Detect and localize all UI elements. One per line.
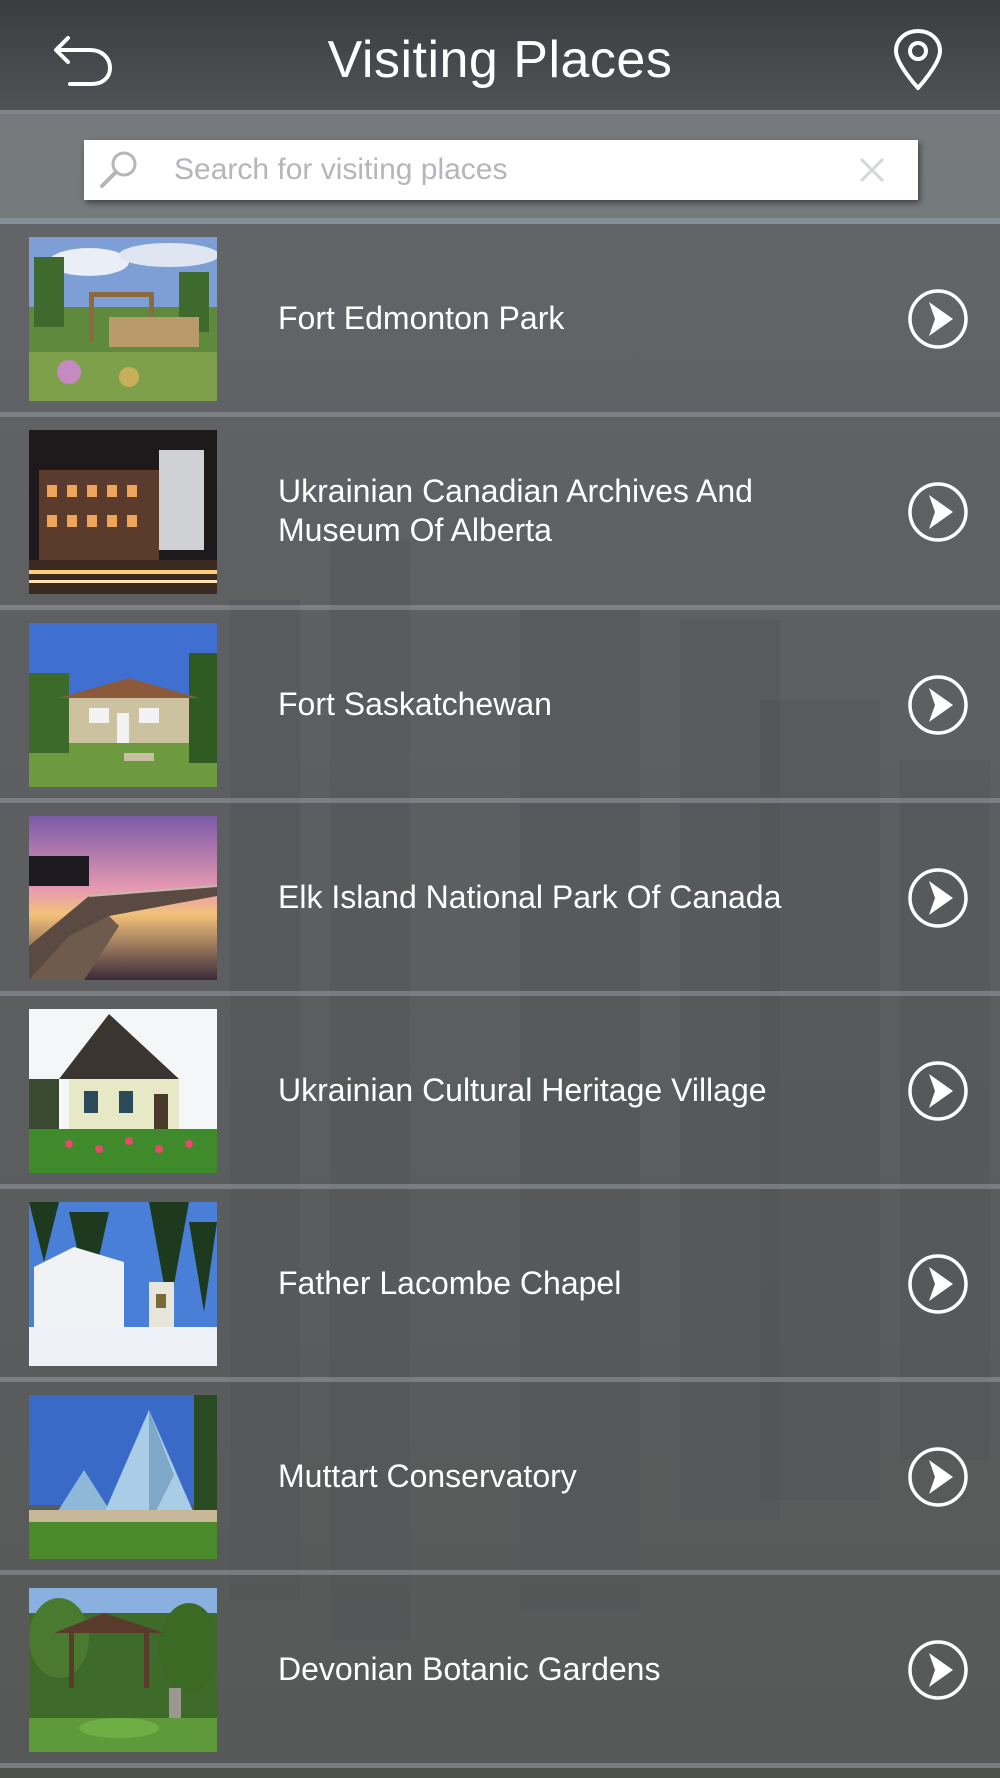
list-item[interactable]: Elk Island National Park Of Canada [0, 803, 1000, 996]
chevron-right-circle-icon[interactable] [907, 481, 969, 543]
place-thumbnail [29, 1009, 217, 1173]
place-thumbnail [29, 816, 217, 980]
search-icon [100, 151, 137, 188]
back-button[interactable] [50, 28, 116, 88]
place-thumbnail [29, 430, 217, 594]
places-list: Fort Edmonton Park Ukrainian Canadian Ar… [0, 224, 1000, 1768]
top-nav-bar: Visiting Places [0, 0, 1000, 114]
search-bar-container [0, 114, 1000, 224]
back-arrow-icon [54, 36, 112, 86]
chevron-right-circle-icon[interactable] [907, 674, 969, 736]
map-pin-icon [894, 29, 942, 90]
chevron-right-circle-icon[interactable] [907, 1253, 969, 1315]
chevron-right-circle-icon[interactable] [907, 1639, 969, 1701]
list-item[interactable]: Father Lacombe Chapel [0, 1189, 1000, 1382]
chevron-right-circle-icon[interactable] [907, 867, 969, 929]
chevron-right-circle-icon[interactable] [907, 1446, 969, 1508]
list-item[interactable]: Muttart Conservatory [0, 1382, 1000, 1575]
list-item[interactable]: Fort Saskatchewan [0, 610, 1000, 803]
clear-icon[interactable] [856, 154, 888, 186]
place-thumbnail [29, 1588, 217, 1752]
place-name: Fort Edmonton Park [278, 299, 565, 336]
chevron-right-circle-icon[interactable] [907, 288, 969, 350]
list-item[interactable]: Devonian Botanic Gardens [0, 1575, 1000, 1768]
place-name: Fort Saskatchewan [278, 685, 552, 722]
place-thumbnail [29, 237, 217, 401]
place-name: Ukrainian Cultural Heritage Village [278, 1071, 767, 1108]
place-thumbnail [29, 623, 217, 787]
place-thumbnail [29, 1202, 217, 1366]
place-name: Ukrainian Canadian Archives And Museum O… [278, 473, 753, 548]
place-name: Muttart Conservatory [278, 1457, 577, 1494]
search-input[interactable] [174, 148, 794, 192]
search-box [84, 140, 918, 200]
page-title: Visiting Places [327, 31, 673, 89]
list-item[interactable]: Ukrainian Canadian Archives And Museum O… [0, 417, 1000, 610]
place-name: Father Lacombe Chapel [278, 1264, 622, 1301]
place-name: Devonian Botanic Gardens [278, 1650, 661, 1687]
place-name: Elk Island National Park Of Canada [278, 878, 782, 915]
place-thumbnail [29, 1395, 217, 1559]
list-item[interactable]: Fort Edmonton Park [0, 224, 1000, 417]
chevron-right-circle-icon[interactable] [907, 1060, 969, 1122]
map-button[interactable] [890, 28, 946, 92]
list-item[interactable]: Ukrainian Cultural Heritage Village [0, 996, 1000, 1189]
